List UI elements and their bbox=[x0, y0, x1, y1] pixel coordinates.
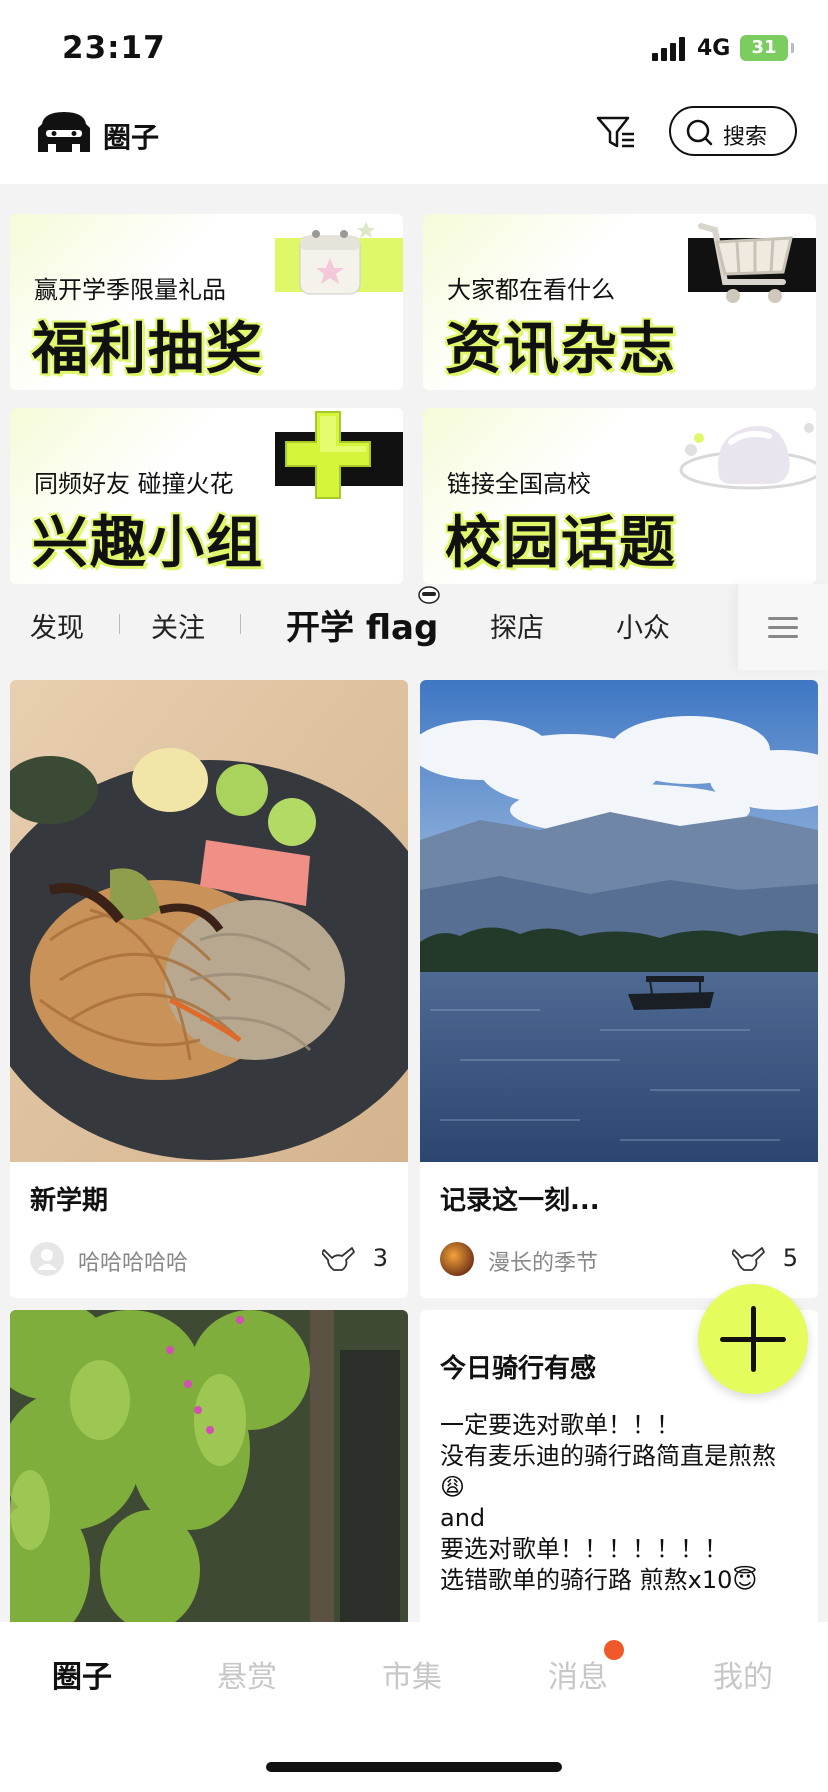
card-campus-topics[interactable]: 链接全国高校 校园话题 bbox=[423, 408, 816, 584]
post-title: 今日骑行有感 bbox=[440, 1354, 597, 1384]
search-button[interactable]: 搜索 bbox=[669, 106, 797, 156]
avatar[interactable] bbox=[30, 1242, 64, 1276]
post-card[interactable] bbox=[10, 1310, 408, 1622]
planet-3d-icon bbox=[679, 423, 816, 490]
tabs-menu-button[interactable] bbox=[738, 584, 828, 670]
card-title: 资讯杂志 bbox=[445, 317, 677, 382]
card-magazine[interactable]: 大家都在看什么 资讯杂志 bbox=[423, 214, 816, 390]
search-label: 搜索 bbox=[723, 125, 768, 150]
status-time: 23:17 bbox=[62, 30, 166, 66]
user-icon bbox=[37, 1249, 57, 1270]
tab-discover[interactable]: 发现 bbox=[30, 606, 84, 645]
post-body: 一定要选对歌单！！！ 没有麦乐迪的骑行路简直是煎熬😩 and 要选对歌单！！！！… bbox=[440, 1411, 776, 1594]
bottom-nav: 圈子 悬赏 市集 消息 我的 bbox=[0, 1622, 828, 1792]
search-icon bbox=[686, 119, 713, 146]
post-title: 新学期 bbox=[30, 1186, 109, 1216]
plus-3d-icon bbox=[285, 411, 371, 499]
tab-following[interactable]: 关注 bbox=[151, 606, 205, 645]
post-image-vines bbox=[10, 1310, 408, 1622]
shaka-hand-icon[interactable] bbox=[732, 1244, 766, 1274]
nav-bounty[interactable]: 悬赏 bbox=[217, 1652, 277, 1696]
network-label: 4G bbox=[697, 36, 731, 61]
post-title: 记录这一刻... bbox=[440, 1186, 600, 1216]
tab-divider bbox=[240, 614, 241, 634]
card-interest-group[interactable]: 同频好友 碰撞火花 兴趣小组 bbox=[10, 408, 403, 584]
post-image-food bbox=[10, 680, 408, 1162]
card-title: 福利抽奖 bbox=[32, 317, 264, 382]
feature-cards: 赢开学季限量礼品 福利抽奖 大家都在看什么 资讯杂志 同频好友 碰撞火花 兴趣小… bbox=[0, 184, 828, 584]
app-header: 圈子 搜索 bbox=[0, 96, 828, 184]
post-author: 哈哈哈哈哈 bbox=[78, 1251, 189, 1276]
post-image-lake bbox=[420, 680, 818, 1162]
card-lottery[interactable]: 赢开学季限量礼品 福利抽奖 bbox=[10, 214, 403, 390]
tab-niche[interactable]: 小众 bbox=[616, 606, 670, 645]
tab-store-visit[interactable]: 探店 bbox=[490, 606, 544, 645]
home-indicator bbox=[266, 1762, 562, 1772]
post-author: 漫长的季节 bbox=[488, 1251, 599, 1276]
filter-icon[interactable] bbox=[594, 110, 638, 154]
status-bar: 23:17 4G 31 bbox=[0, 0, 828, 96]
card-title: 兴趣小组 bbox=[32, 511, 264, 576]
create-post-button[interactable] bbox=[698, 1284, 808, 1394]
category-tabs: 发现 关注 开学 flag 探店 小众 bbox=[0, 584, 828, 670]
card-title: 校园话题 bbox=[445, 511, 677, 576]
calendar-icon bbox=[299, 222, 375, 295]
nav-messages[interactable]: 消息 bbox=[548, 1652, 608, 1696]
card-subtitle: 大家都在看什么 bbox=[447, 276, 615, 304]
page-title: 圈子 bbox=[103, 121, 160, 154]
post-card[interactable]: 新学期 哈哈哈哈哈 3 bbox=[10, 680, 408, 1298]
nav-circle[interactable]: 圈子 bbox=[52, 1652, 112, 1696]
battery-icon: 31 bbox=[740, 35, 794, 61]
avatar[interactable] bbox=[440, 1242, 474, 1276]
like-count: 5 bbox=[782, 1244, 798, 1272]
card-subtitle: 同频好友 碰撞火花 bbox=[34, 470, 234, 498]
shaka-hand-icon[interactable] bbox=[322, 1244, 356, 1274]
tab-school-flag[interactable]: 开学 flag bbox=[286, 600, 438, 649]
like-count: 3 bbox=[372, 1244, 388, 1272]
post-card[interactable]: 记录这一刻... 漫长的季节 5 bbox=[420, 680, 818, 1298]
card-subtitle: 链接全国高校 bbox=[447, 470, 591, 498]
signal-icon bbox=[652, 37, 686, 61]
menu-icon bbox=[768, 617, 798, 620]
shopping-cart-icon bbox=[698, 223, 793, 303]
notification-badge bbox=[604, 1640, 624, 1660]
tab-divider bbox=[119, 614, 120, 634]
nav-profile[interactable]: 我的 bbox=[713, 1652, 773, 1696]
app-logo-icon bbox=[38, 112, 90, 152]
nav-market[interactable]: 市集 bbox=[382, 1652, 442, 1696]
post-feed: 新学期 哈哈哈哈哈 3 记录这一刻... 漫长的季节 5 今日骑行有感 一定要选… bbox=[0, 670, 828, 1622]
card-subtitle: 赢开学季限量礼品 bbox=[34, 276, 226, 304]
